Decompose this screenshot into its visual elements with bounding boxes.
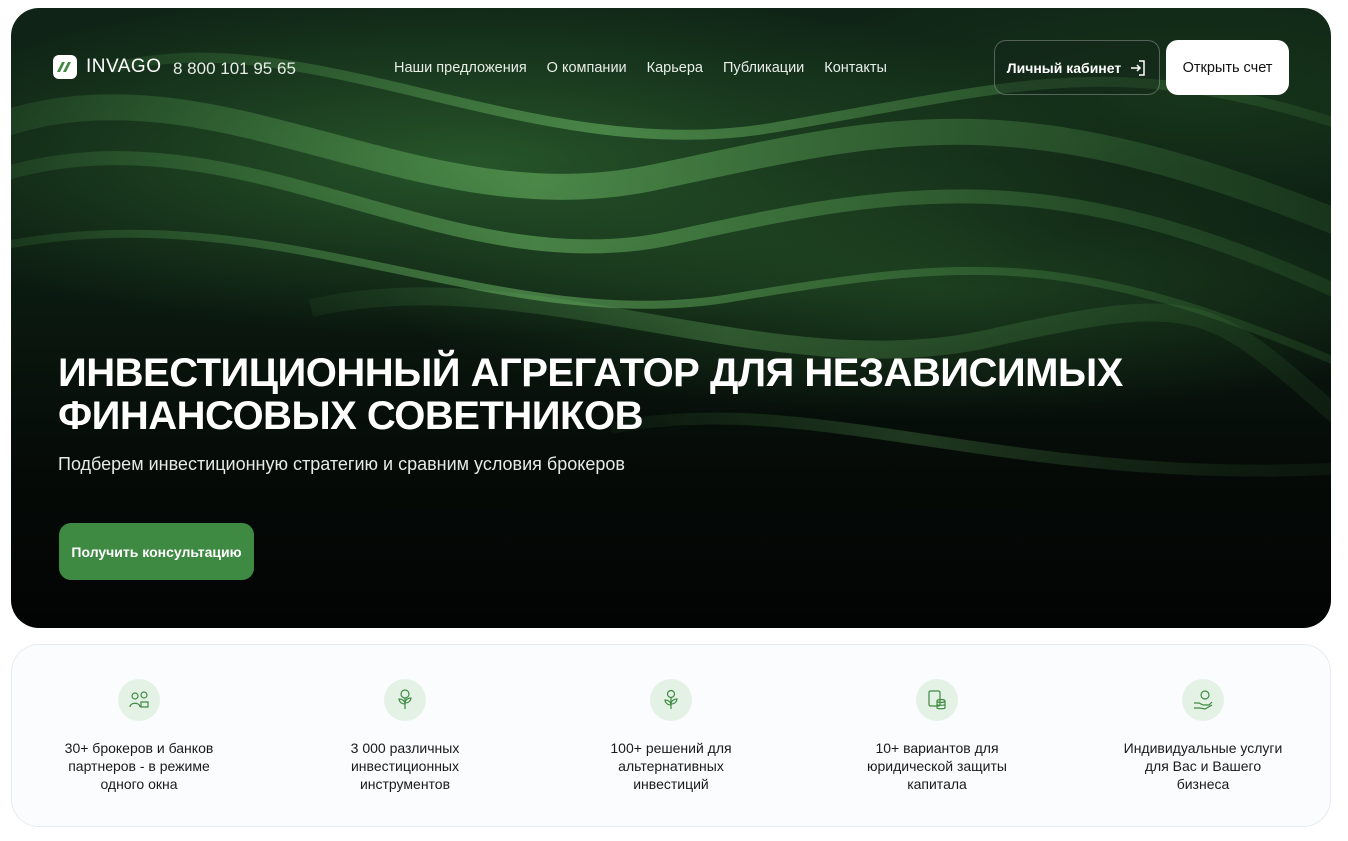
hand-coin-icon	[1182, 679, 1224, 721]
logo-mark-icon	[53, 55, 77, 79]
logo-text: INVAGO	[86, 56, 162, 77]
feature-item: 10+ вариантов для юридической защиты кап…	[837, 679, 1037, 793]
coins-stack-icon	[916, 679, 958, 721]
feature-text-line: юридической защиты	[867, 758, 1007, 774]
nav-contacts[interactable]: Контакты	[824, 60, 887, 76]
main-nav: Наши предложения О компании Карьера Публ…	[394, 60, 887, 76]
feature-text-line: капитала	[907, 776, 967, 792]
hero-banner: INVAGO 8 800 101 95 65 Наши предложения …	[11, 8, 1331, 628]
hero-title-line-2: финансовых советников	[58, 394, 643, 438]
nav-publications[interactable]: Публикации	[723, 60, 804, 76]
nav-offers[interactable]: Наши предложения	[394, 60, 527, 76]
hero-title: Инвестиционный агрегатор для независимых…	[58, 352, 1158, 438]
personal-cabinet-label: Личный кабинет	[1006, 59, 1122, 76]
nav-career[interactable]: Карьера	[647, 60, 703, 76]
feature-text-line: 30+ брокеров и банков	[64, 740, 214, 756]
feature-text-line: одного окна	[100, 776, 178, 792]
features-panel: 30+ брокеров и банков партнеров - в режи…	[11, 644, 1331, 827]
login-icon	[1131, 59, 1145, 76]
advisor-people-icon	[118, 679, 160, 721]
feature-text-line: 100+ решений для	[610, 740, 732, 756]
feature-text-line: для Вас и Вашего	[1144, 758, 1262, 774]
feature-text-line: инструментов	[359, 776, 451, 792]
feature-item: 30+ брокеров и банков партнеров - в режи…	[39, 679, 239, 793]
feature-item: Индивидуальные услуги для Вас и Вашего б…	[1103, 679, 1303, 793]
personal-cabinet-button[interactable]: Личный кабинет	[994, 40, 1160, 95]
feature-text-line: партнеров - в режиме	[68, 758, 210, 774]
feature-item: 100+ решений для альтернативных инвестиц…	[571, 679, 771, 793]
feature-text-line: Индивидуальные услуги	[1123, 740, 1283, 756]
nav-about[interactable]: О компании	[547, 60, 627, 76]
feature-item: 3 000 различных инвестиционных инструмен…	[305, 679, 505, 793]
hero-title-line-1: Инвестиционный агрегатор для независимых	[58, 351, 1123, 395]
hero-subtitle: Подберем инвестиционную стратегию и срав…	[58, 454, 625, 474]
logo[interactable]: INVAGO	[53, 55, 162, 79]
growth-sprout-icon	[650, 679, 692, 721]
feature-text-line: бизнеса	[1176, 776, 1230, 792]
feature-text-line: 10+ вариантов для	[875, 740, 999, 756]
money-plant-icon	[384, 679, 426, 721]
feature-text-line: альтернативных	[618, 758, 724, 774]
feature-text-line: 3 000 различных	[350, 740, 460, 756]
open-account-button[interactable]: Открыть счет	[1166, 40, 1289, 95]
feature-text-line: инвестиций	[633, 776, 709, 792]
phone-number[interactable]: 8 800 101 95 65	[173, 59, 296, 79]
get-consultation-button[interactable]: Получить консультацию	[59, 523, 254, 580]
feature-text-line: инвестиционных	[350, 758, 459, 774]
